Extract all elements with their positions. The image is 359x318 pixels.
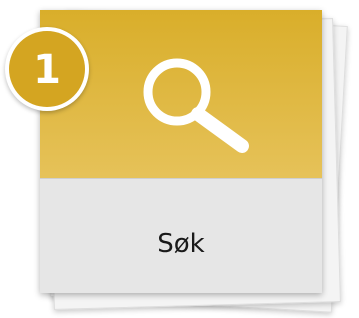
step-badge-circle: 1	[9, 31, 85, 107]
step-number: 1	[33, 47, 61, 93]
tile-label: Søk	[157, 229, 205, 259]
stage: Søk 1	[0, 0, 359, 318]
tile-header	[40, 10, 322, 178]
step-badge: 1	[5, 27, 89, 111]
search-icon	[143, 58, 249, 153]
